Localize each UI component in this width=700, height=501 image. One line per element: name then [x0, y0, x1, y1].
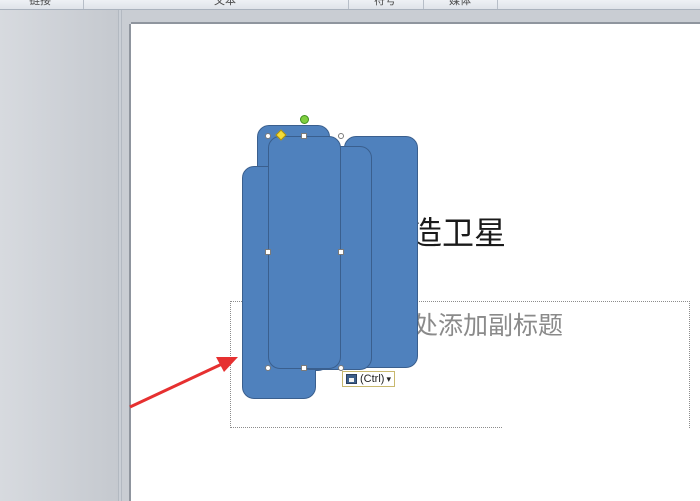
red-arrow-annotation [129, 357, 238, 409]
arrow-shaft [129, 362, 223, 409]
